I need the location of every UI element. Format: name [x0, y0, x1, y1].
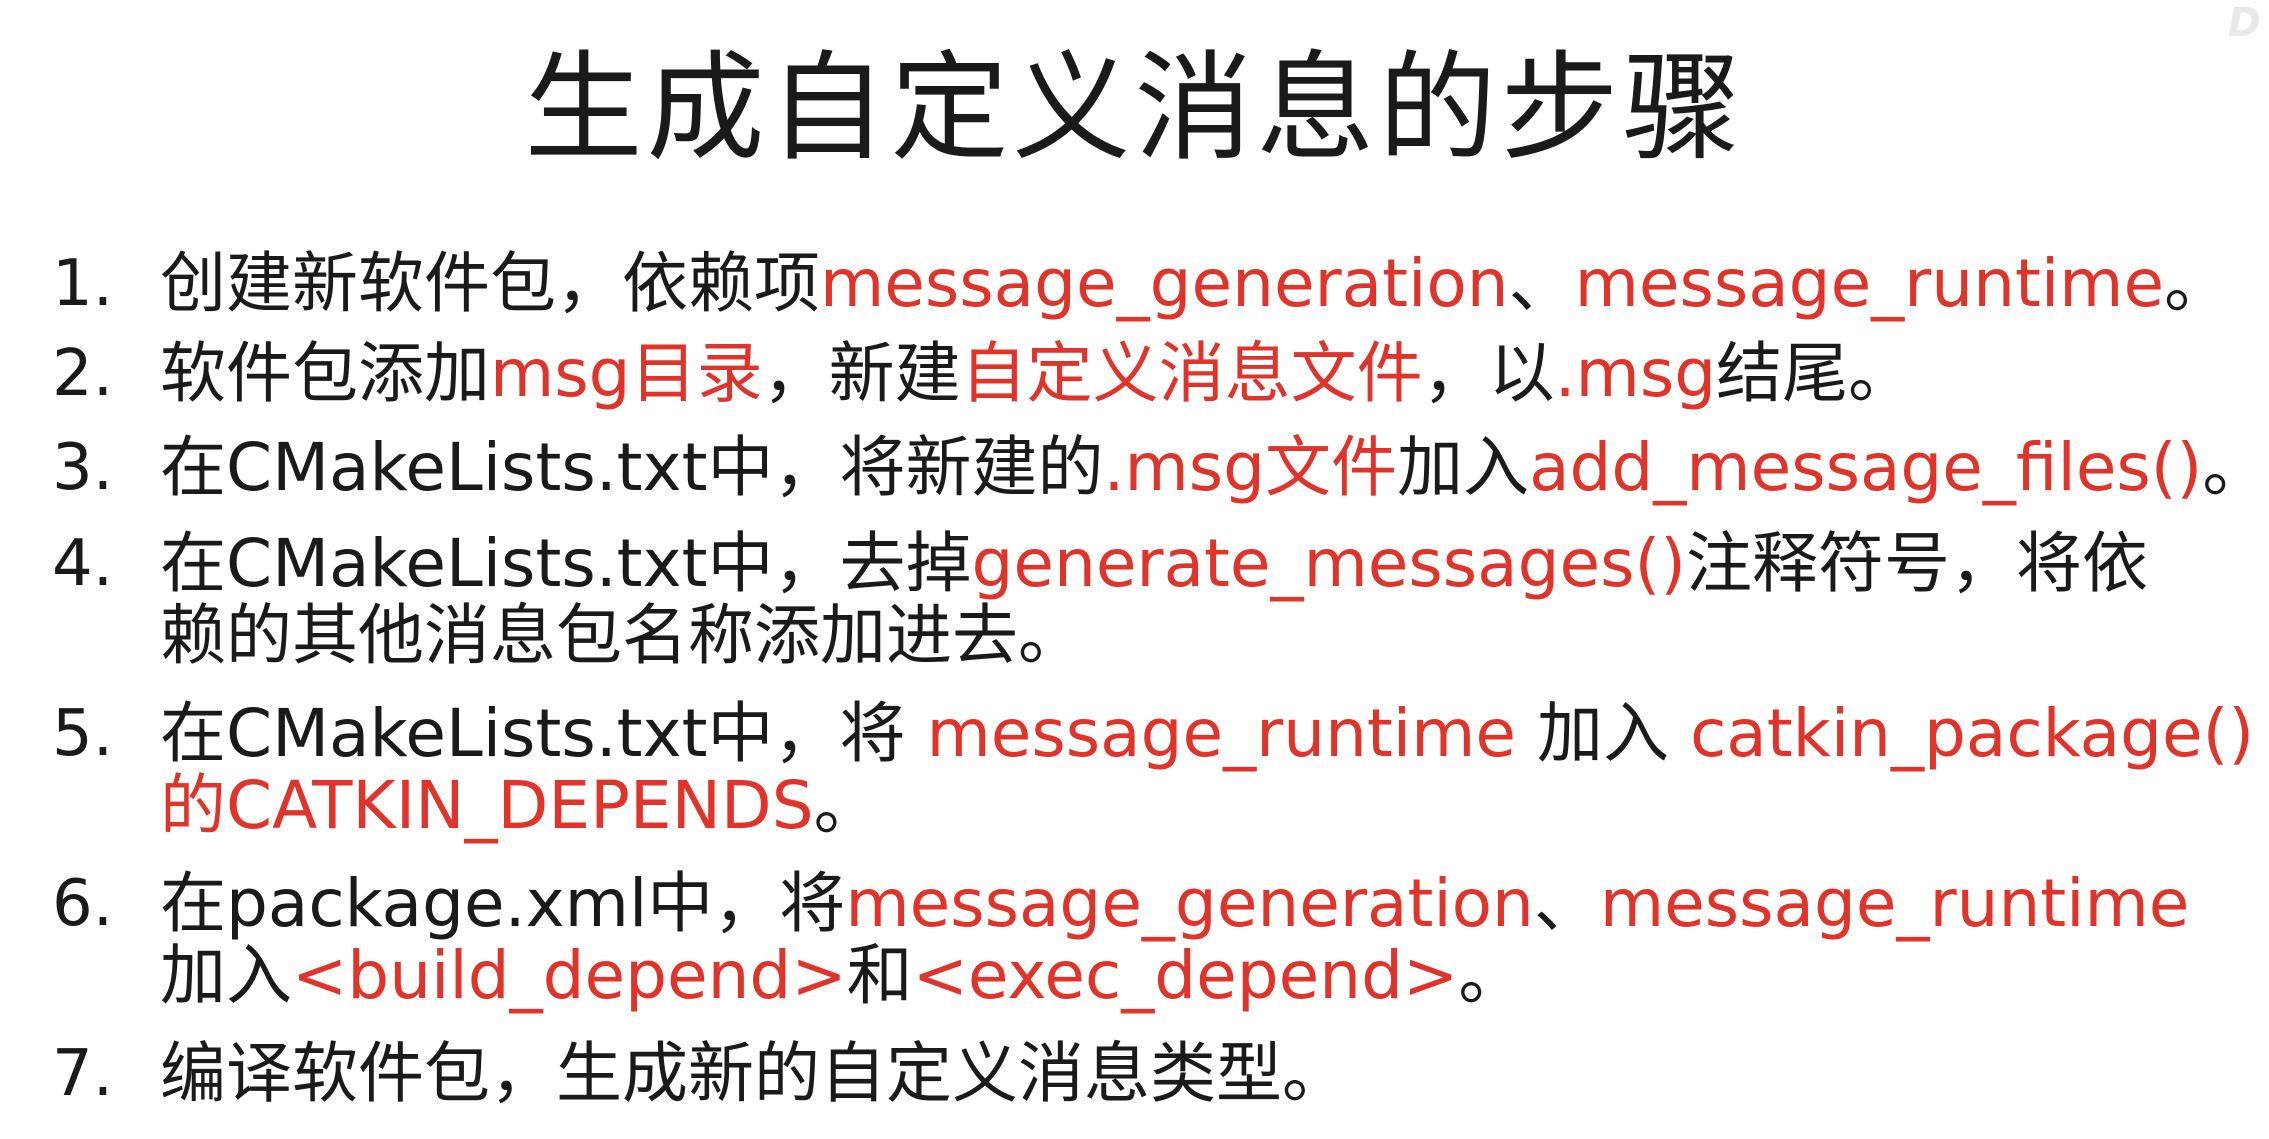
step-segment: 在CMakeLists.txt中，将新建的 — [160, 429, 1104, 506]
step-line: 在CMakeLists.txt中，去掉generate_messages()注释… — [160, 528, 2230, 600]
step-segment: 赖的其他消息包名称添加进去。 — [160, 597, 1084, 674]
step-segment-highlight: <build_depend> — [292, 937, 847, 1014]
step-segment-highlight: message_runtime — [1574, 245, 2165, 322]
step-segment: 。 — [2164, 245, 2231, 322]
step-text: 在CMakeLists.txt中，将 message_runtime 加入 ca… — [160, 695, 2254, 842]
step-segment: 。 — [1458, 937, 1525, 1014]
step-number: 5. — [52, 697, 114, 771]
step-segment: ，以 — [1422, 335, 1555, 412]
step-line: 在CMakeLists.txt中，将 message_runtime 加入 ca… — [160, 695, 2254, 772]
step-line: 的CATKIN_DEPENDS。 — [160, 770, 2230, 842]
step-text: 在package.xml中，将message_generation、messag… — [160, 868, 2230, 1012]
step-text: 在CMakeLists.txt中，将新建的.msg文件加入add_message… — [160, 429, 2268, 506]
step-segment: 加入 — [1397, 429, 1530, 506]
slide: D 生成自定义消息的步骤 1. 创建新软件包，依赖项message_genera… — [0, 0, 2269, 1139]
step-number: 1. — [52, 247, 114, 321]
step-segment: 软件包添加 — [160, 335, 490, 412]
step-number: 3. — [52, 431, 114, 505]
step-segment: 注释符号，将依 — [1686, 525, 2148, 602]
step-segment: 。 — [813, 767, 880, 844]
step-segment-highlight: message_runtime — [926, 695, 1517, 772]
step-segment-highlight: 的CATKIN_DEPENDS — [160, 767, 814, 844]
step-segment-highlight: message_generation — [845, 865, 1534, 942]
step-line: 编译软件包，生成新的自定义消息类型。 — [160, 1038, 2230, 1110]
step-text: 创建新软件包，依赖项message_generation、message_run… — [160, 248, 2230, 320]
step-number: 6. — [52, 867, 114, 941]
step-segment: 创建新软件包，依赖项 — [160, 245, 820, 322]
step-segment: 和 — [846, 937, 913, 1014]
step-segment: 、 — [1533, 865, 1600, 942]
step-segment-highlight: message_runtime — [1599, 865, 2190, 942]
step-segment: 。 — [2202, 429, 2269, 506]
step-line: 赖的其他消息包名称添加进去。 — [160, 600, 2230, 672]
step-line: 创建新软件包，依赖项message_generation、message_run… — [160, 248, 2230, 320]
step-line: 在CMakeLists.txt中，将新建的.msg文件加入add_message… — [160, 429, 2268, 506]
step-segment-highlight: generate_messages() — [971, 525, 1687, 602]
step-segment-highlight: .msg — [1554, 335, 1717, 412]
step-number: 7. — [52, 1037, 114, 1111]
step-segment: 、 — [1508, 245, 1575, 322]
step-segment-highlight: msg目录 — [490, 335, 763, 412]
step-segment: 加入 — [160, 937, 292, 1014]
step-segment: 结尾。 — [1716, 335, 1915, 412]
step-segment-highlight: <exec_depend> — [912, 937, 1459, 1014]
step-segment-highlight: message_generation — [820, 245, 1509, 322]
step-text: 软件包添加msg目录，新建自定义消息文件，以.msg结尾。 — [160, 338, 2230, 410]
step-segment-highlight: catkin_package() — [1689, 695, 2255, 772]
step-segment: ，新建 — [762, 335, 961, 412]
step-segment-highlight: .msg文件 — [1103, 429, 1398, 506]
step-line: 加入<build_depend>和<exec_depend>。 — [160, 940, 2230, 1012]
step-segment: 在CMakeLists.txt中，将 — [160, 695, 927, 772]
step-number: 2. — [52, 337, 114, 411]
step-number: 4. — [52, 527, 114, 601]
step-segment: 编译软件包，生成新的自定义消息类型。 — [160, 1035, 1348, 1112]
step-segment: 加入 — [1516, 695, 1690, 772]
step-text: 编译软件包，生成新的自定义消息类型。 — [160, 1038, 2230, 1110]
step-segment-highlight: add_message_files() — [1529, 429, 2203, 506]
step-segment: 在CMakeLists.txt中，去掉 — [160, 525, 972, 602]
step-line: 在package.xml中，将message_generation、messag… — [160, 868, 2230, 940]
step-line: 软件包添加msg目录，新建自定义消息文件，以.msg结尾。 — [160, 338, 2230, 410]
step-segment: 在package.xml中，将 — [160, 865, 846, 942]
page-title: 生成自定义消息的步骤 — [524, 39, 1745, 177]
step-segment-highlight: 自定义消息文件 — [960, 335, 1423, 412]
step-text: 在CMakeLists.txt中，去掉generate_messages()注释… — [160, 528, 2230, 672]
